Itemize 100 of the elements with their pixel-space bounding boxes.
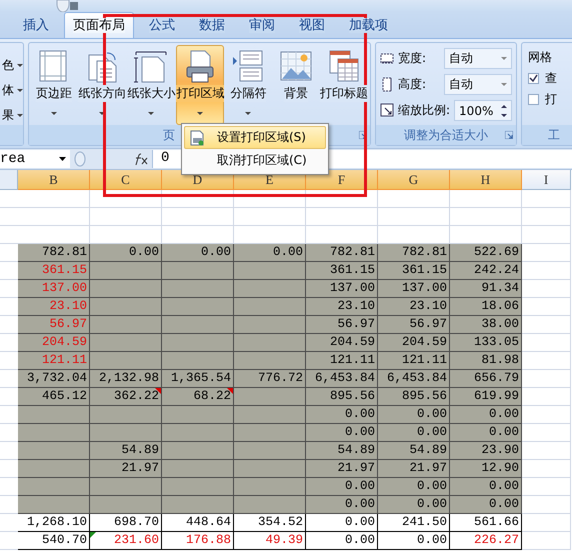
table-cell: 3,732.04 (18, 370, 90, 388)
table-cell: 619.99 (450, 388, 522, 406)
table-cell: 137.00 (378, 280, 450, 298)
ribbon-button[interactable]: 页边距 (31, 45, 78, 125)
column-header[interactable]: G (378, 170, 450, 190)
table-cell: 0.00 (378, 478, 450, 496)
height-icon (380, 77, 394, 92)
table-cell: 6,453.84 (378, 370, 450, 388)
table-cell (522, 460, 571, 478)
table-cell: 540.70 (18, 532, 90, 550)
table-cell: 176.88 (162, 532, 234, 550)
caret-icon (59, 157, 66, 161)
ribbon-button[interactable]: 打印区域 (176, 45, 224, 125)
theme-menu-button[interactable]: 果 (2, 107, 23, 124)
group-title: 网格 (528, 49, 554, 66)
ribbon-button[interactable]: 纸张方向 (78, 45, 126, 125)
table-cell: 0.00 (90, 244, 162, 262)
caret-icon (99, 112, 106, 115)
caret-icon (501, 57, 508, 60)
group-label: 调整为合适大小 (404, 126, 488, 144)
table-cell: 361.15 (18, 262, 90, 280)
table-cell: 23.10 (378, 298, 450, 316)
table-cell: 91.34 (450, 280, 522, 298)
table-cell: 561.66 (450, 514, 522, 532)
ribbon-tab[interactable]: 页面布局 (64, 12, 134, 38)
ribbon-tab[interactable]: 公式 (140, 12, 184, 38)
table-cell (522, 208, 571, 226)
table-cell: 361.15 (378, 262, 450, 280)
table-cell: 1,268.10 (18, 514, 90, 532)
table-cell: 21.97 (306, 460, 378, 478)
width-icon (380, 51, 394, 66)
field-label: 高度: (398, 76, 428, 93)
dropdown-field[interactable]: 自动 (444, 48, 512, 69)
table-cell: 0.00 (306, 478, 378, 496)
ribbon-tab[interactable]: 审阅 (240, 12, 284, 38)
function-icon (134, 153, 148, 165)
table-cell: 361.15 (306, 262, 378, 280)
table-cell: 0.00 (378, 532, 450, 550)
toolbar-icon (55, 0, 81, 12)
caret-icon (17, 114, 23, 117)
checkbox[interactable]: 打 (528, 91, 566, 108)
table-cell: 54.89 (90, 442, 162, 460)
caret-icon (17, 64, 23, 67)
table-cell: 0.00 (378, 496, 450, 514)
ribbon-tab[interactable]: 视图 (290, 12, 334, 38)
table-cell: 231.60 (90, 532, 162, 550)
table-cell: 465.12 (18, 388, 90, 406)
table-cell: 23.10 (18, 298, 90, 316)
table-cell: 23.90 (450, 442, 522, 460)
checkbox[interactable]: 查 (528, 70, 566, 87)
table-cell: 54.89 (378, 442, 450, 460)
check-icon (529, 74, 538, 83)
table-cell (522, 532, 571, 550)
name-box[interactable]: rea (0, 150, 70, 168)
table-cell: 21.97 (90, 460, 162, 478)
table-cell: 204.59 (18, 334, 90, 352)
table-cell: 0.00 (450, 424, 522, 442)
table-cell: 38.00 (450, 316, 522, 334)
column-header[interactable]: H (450, 170, 522, 190)
table-cell: 23.10 (306, 298, 378, 316)
menu-item[interactable]: 设置打印区域(S) (184, 126, 326, 149)
dropdown-field[interactable]: 自动 (444, 74, 512, 95)
table-cell: 56.97 (306, 316, 378, 334)
table-cell: 121.11 (18, 352, 90, 370)
column-header[interactable]: B (18, 170, 90, 190)
column-header[interactable]: C (90, 170, 162, 190)
ribbon-tab[interactable]: 插入 (14, 12, 58, 38)
ribbon-button[interactable]: 背景 (272, 45, 319, 125)
table-cell (522, 190, 571, 208)
table-cell: 656.79 (450, 370, 522, 388)
ribbon-tab[interactable]: 数据 (190, 12, 234, 38)
table-cell: 121.11 (378, 352, 450, 370)
table-cell (522, 370, 571, 388)
table-cell (522, 496, 571, 514)
spin-arrows-icon (501, 104, 508, 118)
caret-icon (245, 112, 252, 115)
table-cell: 0.00 (378, 406, 450, 424)
select-all-corner[interactable] (0, 170, 18, 190)
paper-size-icon (134, 49, 168, 83)
ribbon-tab[interactable]: 加载项 (340, 12, 397, 38)
ribbon-button[interactable]: 分隔符 (225, 45, 272, 125)
table-cell: 18.06 (450, 298, 522, 316)
table-cell: 0.00 (306, 532, 378, 550)
theme-menu-button[interactable]: 体 (2, 82, 23, 99)
table-cell (522, 406, 571, 424)
spinner-field[interactable]: 100% (454, 100, 512, 121)
landscape-image-icon (278, 49, 313, 83)
table-cell: 0.00 (234, 244, 306, 262)
theme-menu-button[interactable]: 色 (2, 57, 23, 74)
caret-icon (51, 112, 58, 115)
table-cell: 0.00 (378, 424, 450, 442)
table-cell: 0.00 (162, 244, 234, 262)
column-header[interactable]: I (522, 170, 571, 190)
table-cell (522, 388, 571, 406)
table-cell (522, 514, 571, 532)
group-label: 工 (548, 126, 560, 144)
ribbon-button[interactable]: 纸张大小 (127, 45, 176, 125)
table-cell: 782.81 (306, 244, 378, 262)
ribbon-button[interactable]: 打印标题 (320, 45, 368, 125)
table-cell: 21.97 (378, 460, 450, 478)
